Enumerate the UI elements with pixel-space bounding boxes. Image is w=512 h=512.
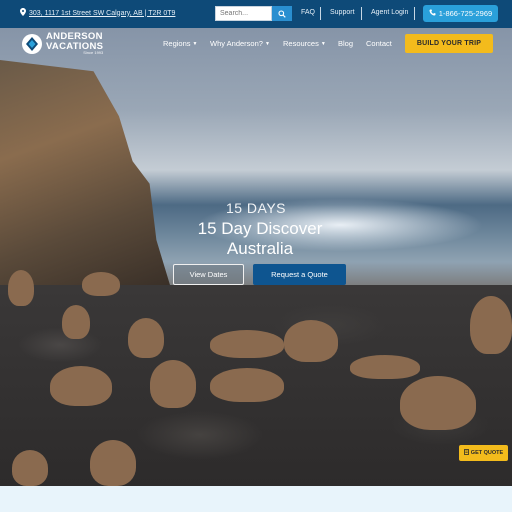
phone-button[interactable]: 1-866-725-2969 bbox=[423, 5, 498, 22]
nav-regions[interactable]: Regions ▼ bbox=[163, 39, 197, 48]
document-icon bbox=[463, 449, 469, 457]
address[interactable]: 303, 1117 1st Street SW Calgary, AB | T2… bbox=[20, 8, 175, 18]
search-icon bbox=[278, 5, 286, 23]
divider bbox=[414, 7, 415, 20]
seal-image bbox=[50, 366, 112, 406]
seal-image bbox=[82, 272, 120, 296]
seal-image bbox=[470, 296, 512, 354]
nav-label: Why Anderson? bbox=[210, 39, 263, 48]
get-quote-label: GET QUOTE bbox=[470, 450, 504, 456]
view-dates-button[interactable]: View Dates bbox=[173, 264, 244, 285]
seal-image bbox=[210, 330, 284, 358]
support-link[interactable]: Support bbox=[330, 9, 355, 16]
logo-tagline: Since 1993 bbox=[83, 50, 104, 55]
search-button[interactable] bbox=[272, 6, 292, 21]
top-bar: 303, 1117 1st Street SW Calgary, AB | T2… bbox=[0, 0, 512, 28]
nav-label: Blog bbox=[338, 39, 354, 48]
seal-image bbox=[400, 376, 476, 430]
faq-link[interactable]: FAQ bbox=[301, 9, 315, 16]
hero-title: 15 Day Discover Australia bbox=[197, 219, 323, 258]
logo[interactable]: ANDERSON VACATIONS Since 1993 bbox=[22, 32, 103, 55]
nav-resources[interactable]: Resources ▼ bbox=[283, 39, 326, 48]
hero-eyebrow: 15 DAYS bbox=[225, 200, 287, 216]
nav-why-anderson[interactable]: Why Anderson? ▼ bbox=[210, 39, 270, 48]
seal-image bbox=[284, 320, 338, 362]
phone-number: 1-866-725-2969 bbox=[438, 9, 493, 18]
seal-image bbox=[12, 450, 48, 486]
seal-image bbox=[62, 305, 90, 339]
divider bbox=[320, 7, 321, 20]
search-form bbox=[215, 6, 292, 21]
caret-down-icon: ▼ bbox=[320, 40, 326, 47]
address-text: 303, 1117 1st Street SW Calgary, AB | T2… bbox=[29, 9, 176, 17]
nav-blog[interactable]: Blog bbox=[338, 39, 353, 48]
build-your-trip-button[interactable]: BUILD YOUR TRIP bbox=[405, 34, 493, 53]
search-input[interactable] bbox=[215, 6, 272, 21]
seal-image bbox=[128, 318, 164, 358]
logo-wordmark: ANDERSON VACATIONS Since 1993 bbox=[46, 32, 103, 55]
map-pin-icon bbox=[20, 8, 26, 18]
request-quote-button[interactable]: Request a Quote bbox=[253, 264, 346, 285]
seal-image bbox=[90, 440, 136, 486]
logo-mark-icon bbox=[22, 33, 42, 54]
caret-down-icon: ▼ bbox=[264, 40, 270, 47]
nav-contact[interactable]: Contact bbox=[366, 39, 392, 48]
divider bbox=[361, 7, 362, 20]
nav-label: Regions bbox=[163, 39, 191, 48]
nav-label: Resources bbox=[283, 39, 319, 48]
seal-image bbox=[150, 360, 196, 408]
seal-image bbox=[210, 368, 284, 402]
seal-image bbox=[350, 355, 420, 379]
get-quote-button[interactable]: GET QUOTE bbox=[459, 445, 508, 461]
caret-down-icon: ▼ bbox=[192, 40, 198, 47]
nav-label: Contact bbox=[366, 39, 392, 48]
phone-icon bbox=[429, 9, 436, 18]
seal-image bbox=[8, 270, 34, 306]
agent-login-link[interactable]: Agent Login bbox=[371, 9, 408, 16]
next-section-strip bbox=[0, 486, 512, 512]
